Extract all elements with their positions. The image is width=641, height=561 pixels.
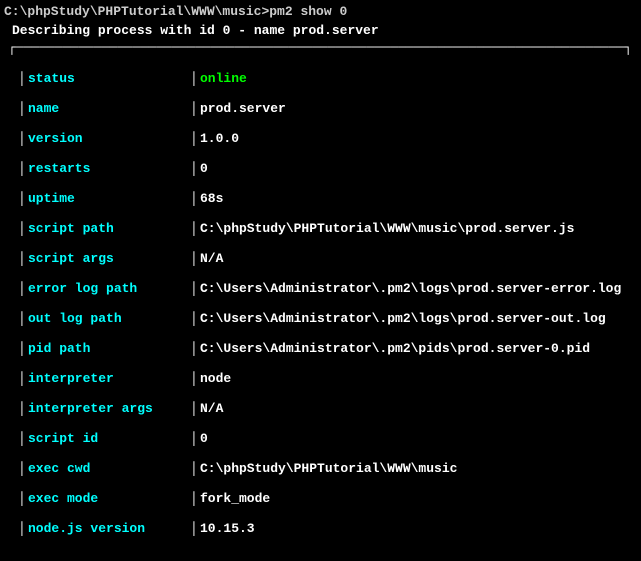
vertical-bar-icon: │ — [18, 101, 28, 116]
vertical-bar-icon: │ — [18, 521, 28, 536]
vertical-bar-icon: │ — [18, 71, 28, 86]
table-key: name — [28, 101, 190, 116]
table-value: C:\phpStudy\PHPTutorial\WWW\music\prod.s… — [200, 221, 641, 236]
table-value: 68s — [200, 191, 641, 206]
vertical-bar-icon: │ — [18, 311, 28, 326]
table-row: │script id│0 — [18, 423, 641, 453]
table-row: │interpreter args│N/A — [18, 393, 641, 423]
vertical-bar-icon: │ — [190, 191, 200, 206]
vertical-bar-icon: │ — [190, 431, 200, 446]
vertical-bar-icon: │ — [18, 221, 28, 236]
table-value: 1.0.0 — [200, 131, 641, 146]
table-value: fork_mode — [200, 491, 641, 506]
process-info-table: │status│online│name│prod.server│version│… — [0, 63, 641, 543]
table-row: │exec mode│fork_mode — [18, 483, 641, 513]
vertical-bar-icon: │ — [18, 191, 28, 206]
vertical-bar-icon: │ — [190, 461, 200, 476]
table-row: │script path│C:\phpStudy\PHPTutorial\WWW… — [18, 213, 641, 243]
table-row: │name│prod.server — [18, 93, 641, 123]
vertical-bar-icon: │ — [190, 101, 200, 116]
table-value: node — [200, 371, 641, 386]
table-row: │out log path│C:\Users\Administrator\.pm… — [18, 303, 641, 333]
vertical-bar-icon: │ — [18, 431, 28, 446]
command-prompt: C:\phpStudy\PHPTutorial\WWW\music>pm2 sh… — [0, 4, 641, 19]
vertical-bar-icon: │ — [190, 221, 200, 236]
table-row: │error log path│C:\Users\Administrator\.… — [18, 273, 641, 303]
table-row: │restarts│0 — [18, 153, 641, 183]
vertical-bar-icon: │ — [190, 311, 200, 326]
vertical-bar-icon: │ — [18, 461, 28, 476]
table-row: │pid path│C:\Users\Administrator\.pm2\pi… — [18, 333, 641, 363]
vertical-bar-icon: │ — [190, 521, 200, 536]
table-key: out log path — [28, 311, 190, 326]
table-value: C:\Users\Administrator\.pm2\pids\prod.se… — [200, 341, 641, 356]
table-key: status — [28, 71, 190, 86]
vertical-bar-icon: │ — [190, 281, 200, 296]
table-row: │exec cwd│C:\phpStudy\PHPTutorial\WWW\mu… — [18, 453, 641, 483]
table-row: │node.js version│10.15.3 — [18, 513, 641, 543]
vertical-bar-icon: │ — [190, 491, 200, 506]
description-line: Describing process with id 0 - name prod… — [0, 23, 641, 38]
vertical-bar-icon: │ — [190, 401, 200, 416]
table-value: 0 — [200, 161, 641, 176]
table-key: script path — [28, 221, 190, 236]
table-value: C:\Users\Administrator\.pm2\logs\prod.se… — [200, 281, 641, 296]
vertical-bar-icon: │ — [18, 341, 28, 356]
table-key: uptime — [28, 191, 190, 206]
vertical-bar-icon: │ — [18, 281, 28, 296]
table-row: │version│1.0.0 — [18, 123, 641, 153]
table-value: C:\Users\Administrator\.pm2\logs\prod.se… — [200, 311, 641, 326]
table-key: version — [28, 131, 190, 146]
vertical-bar-icon: │ — [18, 161, 28, 176]
vertical-bar-icon: │ — [18, 491, 28, 506]
table-row: │script args│N/A — [18, 243, 641, 273]
table-key: error log path — [28, 281, 190, 296]
table-key: pid path — [28, 341, 190, 356]
table-value: online — [200, 71, 641, 86]
vertical-bar-icon: │ — [190, 71, 200, 86]
table-value: N/A — [200, 401, 641, 416]
table-value: prod.server — [200, 101, 641, 116]
table-key: interpreter — [28, 371, 190, 386]
vertical-bar-icon: │ — [190, 161, 200, 176]
vertical-bar-icon: │ — [190, 341, 200, 356]
table-value: C:\phpStudy\PHPTutorial\WWW\music — [200, 461, 641, 476]
table-key: exec cwd — [28, 461, 190, 476]
vertical-bar-icon: │ — [18, 131, 28, 146]
vertical-bar-icon: │ — [18, 371, 28, 386]
table-row: │status│online — [18, 63, 641, 93]
table-key: interpreter args — [28, 401, 190, 416]
table-key: script id — [28, 431, 190, 446]
table-key: node.js version — [28, 521, 190, 536]
vertical-bar-icon: │ — [190, 251, 200, 266]
table-key: exec mode — [28, 491, 190, 506]
vertical-bar-icon: │ — [190, 371, 200, 386]
table-row: │interpreter│node — [18, 363, 641, 393]
vertical-bar-icon: │ — [190, 131, 200, 146]
table-value: N/A — [200, 251, 641, 266]
table-row: │uptime│68s — [18, 183, 641, 213]
table-key: restarts — [28, 161, 190, 176]
table-key: script args — [28, 251, 190, 266]
vertical-bar-icon: │ — [18, 401, 28, 416]
table-value: 0 — [200, 431, 641, 446]
table-value: 10.15.3 — [200, 521, 641, 536]
vertical-bar-icon: │ — [18, 251, 28, 266]
table-top-border: ┌───────────────────────────────────────… — [0, 40, 641, 55]
